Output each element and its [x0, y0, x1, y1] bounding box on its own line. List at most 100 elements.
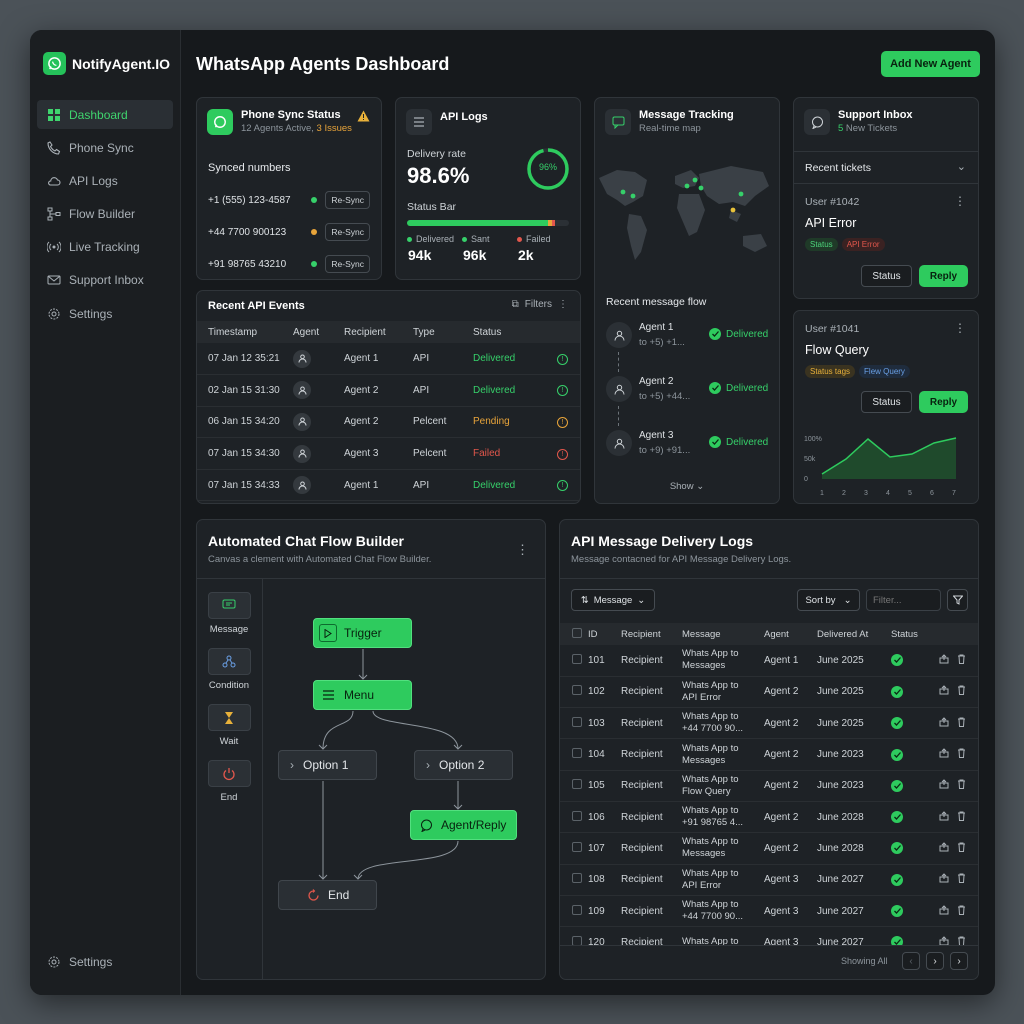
sidebar-item-api-logs[interactable]: API Logs: [37, 166, 173, 195]
row-checkbox[interactable]: [560, 676, 588, 709]
table-row[interactable]: 105 Recipient Whats App to Flow Query Agent …: [560, 770, 978, 802]
row-checkbox[interactable]: [560, 738, 588, 771]
add-new-agent-button[interactable]: Add New Agent: [881, 51, 980, 77]
row-checkbox[interactable]: [560, 832, 588, 865]
share-icon[interactable]: [939, 842, 949, 855]
tool-condition[interactable]: Condition: [201, 648, 257, 691]
last-page-button[interactable]: ›: [950, 952, 968, 970]
trash-icon[interactable]: [957, 748, 966, 761]
sidebar-item-live-tracking[interactable]: Live Tracking: [37, 233, 173, 262]
table-row[interactable]: 103 Recipient Whats App to +44 7700 90... Ag…: [560, 707, 978, 740]
sidebar-item-dashboard[interactable]: Dashboard: [37, 100, 173, 129]
row-checkbox[interactable]: [560, 707, 588, 740]
table-row[interactable]: 108 Recipient Whats App to API Error Agent 3…: [560, 864, 978, 896]
tool-end[interactable]: End: [201, 760, 257, 803]
info-icon[interactable]: !: [543, 343, 580, 376]
table-row[interactable]: 102 Recipient Whats App to API Error Agent 2…: [560, 676, 978, 709]
share-icon[interactable]: [939, 873, 949, 886]
sort-by-select[interactable]: Sort by ⌄: [797, 589, 860, 611]
brand[interactable]: NotifyAgent.IO: [43, 52, 170, 75]
column-header[interactable]: Delivered At: [817, 623, 891, 645]
table-row[interactable]: 109 Recipient Whats App to +44 7700 90... Ag…: [560, 895, 978, 928]
trash-icon[interactable]: [957, 905, 966, 918]
table-row[interactable]: 02 Jan 15 31:30 Agent 2 API Delivered!: [197, 374, 580, 407]
sidebar-settings[interactable]: Settings: [47, 955, 112, 969]
flow-node-menu[interactable]: Menu: [313, 680, 412, 710]
share-icon[interactable]: [939, 904, 949, 918]
share-icon[interactable]: [939, 936, 949, 945]
world-map[interactable]: [595, 156, 779, 276]
table-row[interactable]: 107 Recipient Whats App to Messages Agent 2J…: [560, 832, 978, 865]
trash-icon[interactable]: [957, 717, 966, 730]
table-row[interactable]: 101 Recipient Whats App to Messages Agent 1J…: [560, 645, 978, 677]
column-header[interactable]: Agent: [293, 321, 344, 343]
trash-icon[interactable]: [957, 779, 966, 792]
info-icon[interactable]: !: [543, 374, 580, 407]
select-all-checkbox[interactable]: [560, 623, 588, 645]
more-vertical-icon[interactable]: ⋮: [954, 194, 966, 208]
column-header[interactable]: Timestamp: [197, 321, 293, 343]
flow-node-trigger[interactable]: Trigger: [313, 618, 412, 648]
ticket-status-button[interactable]: Status: [861, 265, 912, 287]
share-icon[interactable]: [939, 717, 949, 730]
trash-icon[interactable]: [957, 936, 966, 945]
sidebar-item-support-inbox[interactable]: Support Inbox: [37, 266, 173, 295]
table-row[interactable]: 120 Recipient Whats App to Agent 3 June 2027: [560, 926, 978, 945]
sidebar-item-phone-sync[interactable]: Phone Sync: [37, 133, 173, 162]
trash-icon[interactable]: [957, 654, 966, 667]
share-icon[interactable]: [939, 779, 949, 792]
re-sync-button[interactable]: Re-Sync: [325, 223, 370, 241]
table-row[interactable]: 104 Recipient Whats App to Messages Agent 2J…: [560, 738, 978, 771]
ticket-status-button[interactable]: Status: [861, 391, 912, 413]
row-checkbox[interactable]: [560, 926, 588, 945]
ticket-reply-button[interactable]: Reply: [919, 391, 968, 413]
re-sync-button[interactable]: Re-Sync: [325, 191, 370, 209]
show-more-link[interactable]: Show ⌄: [595, 481, 779, 492]
filter-button[interactable]: [947, 589, 968, 611]
table-row[interactable]: 07 Jan 15 34:30 Agent 3 Pelcent Failed!: [197, 437, 580, 470]
row-checkbox[interactable]: [560, 770, 588, 802]
chevron-down-icon[interactable]: ⌄: [957, 160, 966, 173]
row-checkbox[interactable]: [560, 895, 588, 928]
column-header[interactable]: Agent: [764, 623, 817, 645]
prev-page-button[interactable]: ‹: [902, 952, 920, 970]
column-header[interactable]: Message: [682, 623, 764, 645]
column-header[interactable]: Status: [891, 623, 939, 645]
column-header[interactable]: Type: [413, 321, 473, 343]
column-header[interactable]: ID: [588, 623, 621, 645]
row-checkbox[interactable]: [560, 864, 588, 896]
column-header[interactable]: Recipient: [344, 321, 413, 343]
table-row[interactable]: 106 Recipient Whats App to +91 98765 4... Ag…: [560, 801, 978, 834]
more-vertical-icon[interactable]: ⋮: [516, 542, 529, 558]
flow-node-agent-reply[interactable]: Agent/Reply: [410, 810, 517, 840]
message-select[interactable]: ⇅ Message ⌄: [571, 589, 655, 611]
trash-icon[interactable]: [957, 873, 966, 886]
tool-message[interactable]: Message: [201, 592, 257, 635]
flow-item[interactable]: Agent 3 to +9) +91... Delivered: [606, 430, 771, 484]
share-icon[interactable]: [939, 810, 949, 824]
row-checkbox[interactable]: [560, 801, 588, 834]
table-row[interactable]: 06 Jan 15 34:20 Agent 2 Pelcent Pending!: [197, 406, 580, 439]
row-checkbox[interactable]: [560, 645, 588, 677]
tool-wait[interactable]: Wait: [201, 704, 257, 747]
flow-node-option-2[interactable]: › Option 2: [414, 750, 513, 780]
filter-input[interactable]: [866, 589, 941, 611]
trash-icon[interactable]: [957, 811, 966, 824]
info-icon[interactable]: !: [543, 469, 580, 502]
flow-item[interactable]: Agent 1 to +5) +1... Delivered: [606, 322, 771, 376]
flow-item[interactable]: Agent 2 to +5) +44... Delivered: [606, 376, 771, 430]
sidebar-item-flow-builder[interactable]: Flow Builder: [37, 200, 173, 229]
info-icon[interactable]: !: [543, 437, 580, 470]
table-row[interactable]: 07 Jan 12 35:21 Agent 1 API Delivered!: [197, 343, 580, 376]
column-header[interactable]: Status: [473, 321, 543, 343]
re-sync-button[interactable]: Re-Sync: [325, 255, 370, 273]
trash-icon[interactable]: [957, 842, 966, 855]
flow-node-end[interactable]: End: [278, 880, 377, 910]
filters-button[interactable]: ⧉ Filters ⋮: [512, 299, 568, 310]
more-vertical-icon[interactable]: ⋮: [954, 321, 966, 335]
ticket-reply-button[interactable]: Reply: [919, 265, 968, 287]
next-page-button[interactable]: ›: [926, 952, 944, 970]
trash-icon[interactable]: [957, 685, 966, 698]
flow-node-option-1[interactable]: › Option 1: [278, 750, 377, 780]
sidebar-item-settings[interactable]: Settings: [37, 299, 173, 328]
